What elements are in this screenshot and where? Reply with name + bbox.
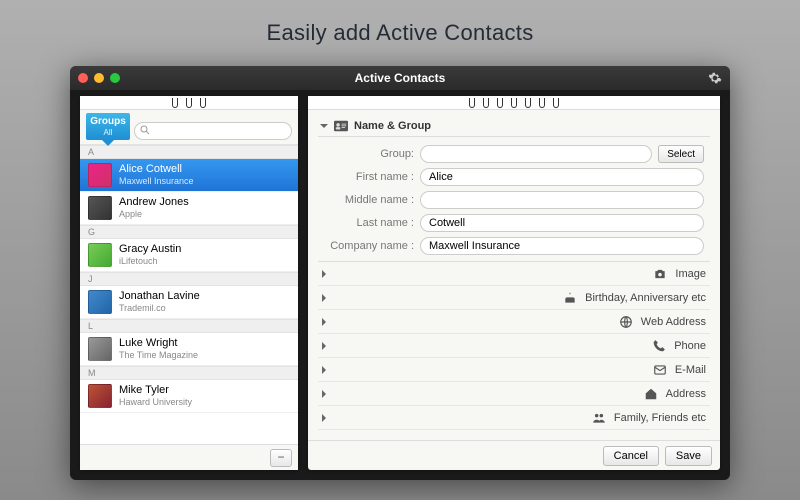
window-title: Active Contacts	[70, 71, 730, 85]
section-name-and-group[interactable]: Name & Group	[318, 116, 710, 137]
contact-row[interactable]: Alice Cotwell Maxwell Insurance	[80, 159, 298, 192]
middle-name-label: Middle name :	[324, 194, 414, 206]
section-letter: A	[80, 145, 298, 159]
disclosure-triangle-icon	[320, 124, 328, 132]
contact-name: Andrew Jones	[119, 196, 189, 208]
collapsed-section-label: Family, Friends etc	[614, 412, 706, 424]
contact-row[interactable]: Jonathan Lavine Trademil.co	[80, 286, 298, 319]
save-button[interactable]: Save	[665, 446, 712, 466]
contact-company: Trademil.co	[119, 302, 200, 314]
groups-tab-filter: All	[86, 127, 130, 138]
collapsed-section[interactable]: Address	[318, 382, 710, 406]
groups-tab[interactable]: Groups All	[86, 113, 130, 140]
last-name-field[interactable]	[420, 214, 704, 232]
collapsed-section-label: Web Address	[641, 316, 706, 328]
collapsed-section[interactable]: Web Address	[318, 310, 710, 334]
collapsed-section-label: Phone	[674, 340, 706, 352]
contact-name: Jonathan Lavine	[119, 290, 200, 302]
avatar	[88, 196, 112, 220]
page-headline: Easily add Active Contacts	[0, 0, 800, 60]
last-name-label: Last name :	[324, 217, 414, 229]
group-label: Group:	[324, 148, 414, 160]
home-icon	[644, 387, 658, 401]
disclosure-triangle-icon	[322, 342, 644, 350]
binder-rings	[308, 96, 720, 110]
section-letter: G	[80, 225, 298, 239]
camera-icon	[653, 267, 667, 281]
contact-row[interactable]: Mike Tyler Haward University	[80, 380, 298, 413]
contact-company: iLifetouch	[119, 255, 181, 267]
contact-detail-pane: Name & Group Group: Select First name : …	[308, 96, 720, 470]
collapsed-section-label: Image	[675, 268, 706, 280]
first-name-field[interactable]	[420, 168, 704, 186]
app-window: Active Contacts Groups All A Alice Cotwe…	[70, 66, 730, 480]
contact-row[interactable]: Andrew Jones Apple	[80, 192, 298, 225]
select-group-button[interactable]: Select	[658, 145, 704, 163]
person-card-icon	[334, 120, 348, 132]
section-letter: M	[80, 366, 298, 380]
contact-name: Gracy Austin	[119, 243, 181, 255]
phone-icon	[652, 339, 666, 353]
groups-tab-title: Groups	[86, 116, 130, 127]
company-name-field[interactable]	[420, 237, 704, 255]
contact-company: The Time Magazine	[119, 349, 198, 361]
search-icon	[139, 124, 151, 136]
company-name-label: Company name :	[324, 240, 414, 252]
search-input[interactable]	[134, 122, 292, 140]
people-icon	[592, 411, 606, 425]
contact-name: Mike Tyler	[119, 384, 192, 396]
cake-icon	[563, 291, 577, 305]
disclosure-triangle-icon	[322, 366, 645, 374]
contact-row[interactable]: Luke Wright The Time Magazine	[80, 333, 298, 366]
contact-company: Apple	[119, 208, 189, 220]
gear-icon[interactable]	[708, 71, 722, 85]
contacts-list: A Alice Cotwell Maxwell Insurance Andrew…	[80, 144, 298, 444]
collapsed-section-label: Birthday, Anniversary etc	[585, 292, 706, 304]
collapsed-section[interactable]: Family, Friends etc	[318, 406, 710, 430]
avatar	[88, 163, 112, 187]
contact-name: Alice Cotwell	[119, 163, 194, 175]
avatar	[88, 243, 112, 267]
binder-rings	[80, 96, 298, 110]
contact-company: Maxwell Insurance	[119, 175, 194, 187]
contact-name: Luke Wright	[119, 337, 198, 349]
collapsed-section[interactable]: Birthday, Anniversary etc	[318, 286, 710, 310]
middle-name-field[interactable]	[420, 191, 704, 209]
first-name-label: First name :	[324, 171, 414, 183]
remove-contact-button[interactable]: −	[270, 449, 292, 467]
avatar	[88, 384, 112, 408]
group-field[interactable]	[420, 145, 652, 163]
collapsed-section-label: Address	[666, 388, 706, 400]
section-letter: J	[80, 272, 298, 286]
collapsed-section[interactable]: E-Mail	[318, 358, 710, 382]
avatar	[88, 290, 112, 314]
contact-row[interactable]: Gracy Austin iLifetouch	[80, 239, 298, 272]
disclosure-triangle-icon	[322, 294, 555, 302]
contact-company: Haward University	[119, 396, 192, 408]
collapsed-sections: Image Birthday, Anniversary etc Web Addr…	[318, 261, 710, 430]
disclosure-triangle-icon	[322, 270, 645, 278]
avatar	[88, 337, 112, 361]
globe-icon	[619, 315, 633, 329]
cancel-button[interactable]: Cancel	[603, 446, 659, 466]
section-letter: L	[80, 319, 298, 333]
disclosure-triangle-icon	[322, 390, 636, 398]
disclosure-triangle-icon	[322, 414, 584, 422]
section-title: Name & Group	[354, 120, 431, 132]
collapsed-section[interactable]: Phone	[318, 334, 710, 358]
contacts-list-pane: Groups All A Alice Cotwell Maxwell Insur…	[80, 96, 298, 470]
mail-icon	[653, 363, 667, 377]
collapsed-section[interactable]: Image	[318, 262, 710, 286]
disclosure-triangle-icon	[322, 318, 611, 326]
collapsed-section-label: E-Mail	[675, 364, 706, 376]
titlebar: Active Contacts	[70, 66, 730, 90]
